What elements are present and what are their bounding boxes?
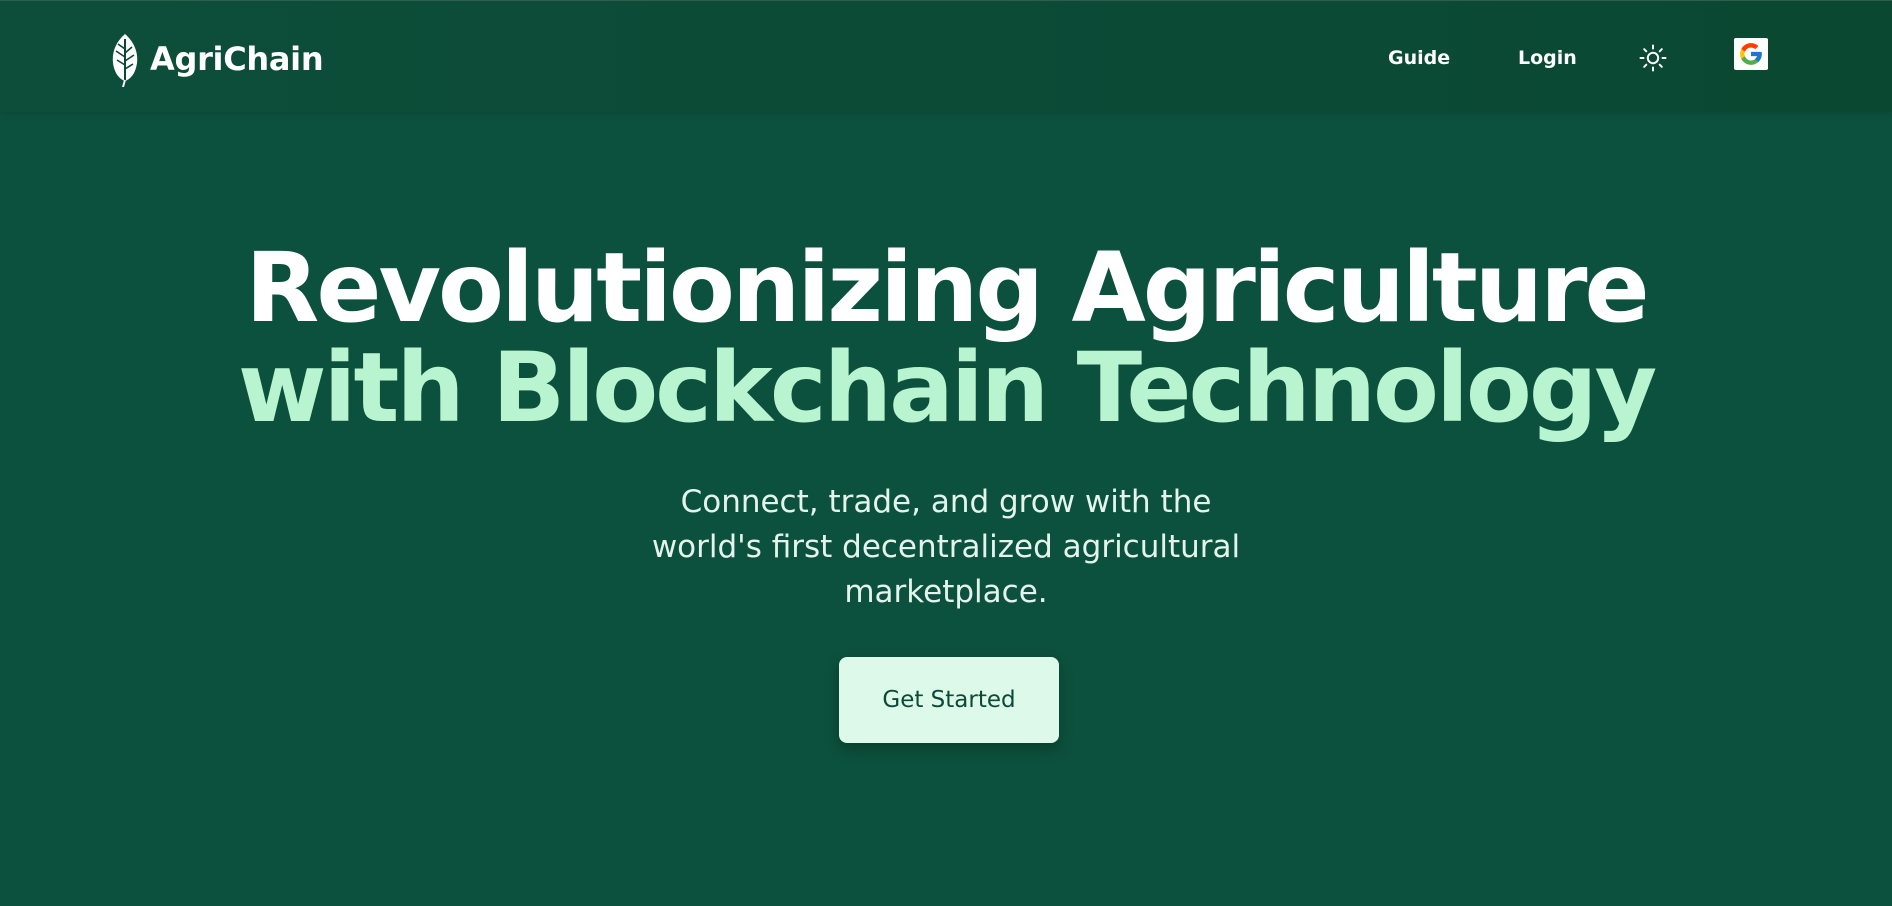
hero-title-line2: with Blockchain Technology bbox=[237, 332, 1657, 444]
navbar: AgriChain Guide Login bbox=[0, 0, 1892, 112]
get-started-button[interactable]: Get Started bbox=[839, 657, 1059, 743]
sun-icon bbox=[1639, 44, 1667, 72]
hero-title-line1: Revolutionizing Agriculture bbox=[245, 232, 1649, 344]
brand-logo-link[interactable]: AgriChain bbox=[108, 29, 324, 89]
theme-toggle-button[interactable] bbox=[1638, 43, 1668, 73]
google-icon bbox=[1740, 43, 1762, 65]
google-sign-in-button[interactable] bbox=[1734, 38, 1768, 70]
hero-section: Revolutionizing Agriculture with Blockch… bbox=[0, 112, 1892, 906]
nav-link-login[interactable]: Login bbox=[1518, 45, 1577, 71]
nav-link-guide[interactable]: Guide bbox=[1388, 45, 1450, 71]
leaf-icon bbox=[108, 31, 142, 87]
brand-name: AgriChain bbox=[150, 40, 324, 78]
hero-subtitle: Connect, trade, and grow with the world'… bbox=[651, 484, 1241, 610]
